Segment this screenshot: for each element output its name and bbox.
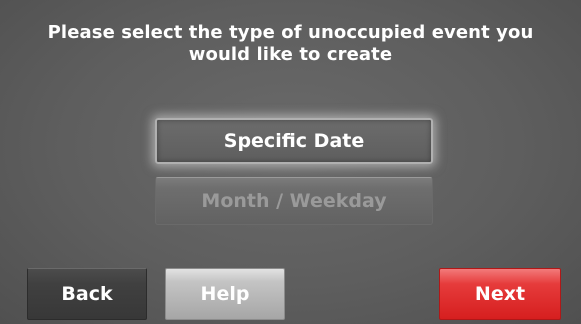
specific-date-option[interactable]: Specific Date	[155, 118, 433, 164]
prompt-line-2: would like to create	[188, 44, 393, 65]
prompt-line-1: Please select the type of unoccupied eve…	[47, 22, 534, 43]
help-button[interactable]: Help	[165, 268, 285, 320]
thermostat-screen: Please select the type of unoccupied eve…	[0, 0, 581, 324]
next-button[interactable]: Next	[439, 268, 561, 320]
month-weekday-option[interactable]: Month / Weekday	[155, 177, 433, 225]
prompt-text: Please select the type of unoccupied eve…	[0, 22, 581, 66]
back-button[interactable]: Back	[27, 268, 147, 320]
